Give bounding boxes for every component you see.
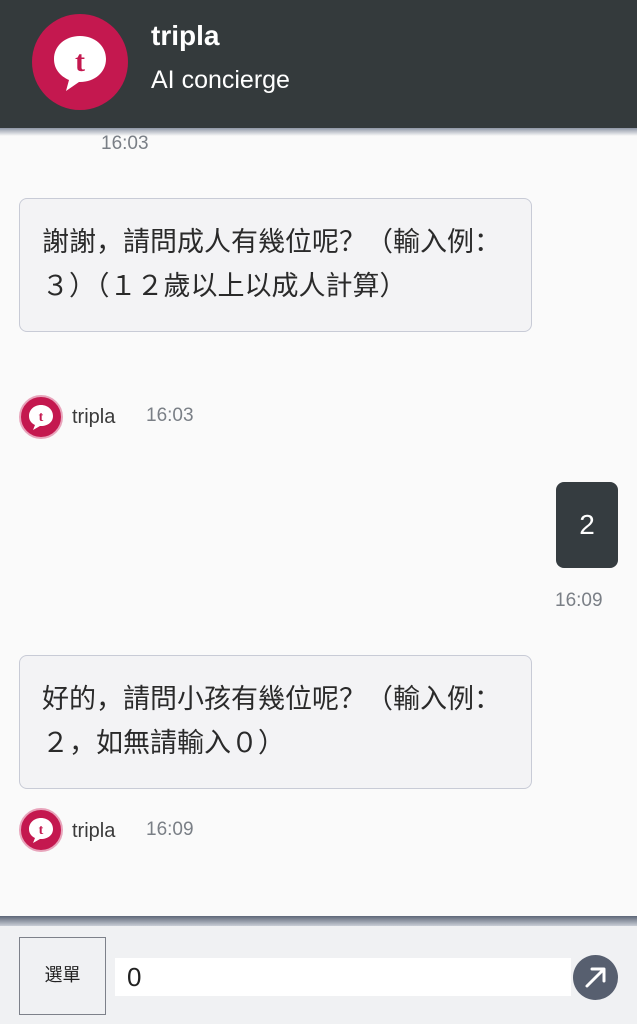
- message-time: 16:03: [146, 405, 194, 426]
- message-input[interactable]: [115, 958, 571, 996]
- bot-avatar-icon: t: [19, 395, 63, 439]
- bot-message-text: 好的，請問小孩有幾位呢？（輸入例：２，如無請輸入０）: [42, 684, 501, 759]
- send-button[interactable]: [573, 955, 618, 1000]
- bot-message-text: 謝謝，請問成人有幾位呢？（輸入例：３）（１２歲以上以成人計算）: [42, 227, 501, 302]
- bot-name: tripla: [72, 820, 116, 842]
- svg-text:t: t: [39, 410, 44, 425]
- message-time: 16:09: [146, 819, 194, 840]
- chat-footer: 選單: [0, 926, 637, 1024]
- menu-button[interactable]: 選單: [19, 937, 106, 1015]
- message-time: 16:03: [101, 133, 149, 154]
- bot-name: tripla: [72, 406, 116, 428]
- chat-header: t tripla AI concierge: [0, 0, 637, 128]
- user-message-bubble: 2: [556, 482, 618, 568]
- header-divider: [0, 128, 637, 136]
- bot-message-bubble: 好的，請問小孩有幾位呢？（輸入例：２，如無請輸入０）: [19, 655, 532, 789]
- user-message-text: 2: [579, 509, 595, 540]
- svg-text:t: t: [39, 823, 44, 838]
- message-time: 16:09: [555, 590, 603, 611]
- arrow-up-right-icon: [585, 967, 606, 988]
- header-title: tripla: [151, 20, 220, 51]
- bot-message-bubble: 謝謝，請問成人有幾位呢？（輸入例：３）（１２歲以上以成人計算）: [19, 198, 532, 332]
- bot-avatar-icon: t: [19, 808, 63, 852]
- header-subtitle: AI concierge: [151, 66, 290, 94]
- footer-divider: [0, 916, 637, 926]
- svg-text:t: t: [75, 45, 85, 78]
- message-input-wrapper: [115, 958, 571, 996]
- tripla-logo-icon: t: [32, 14, 128, 110]
